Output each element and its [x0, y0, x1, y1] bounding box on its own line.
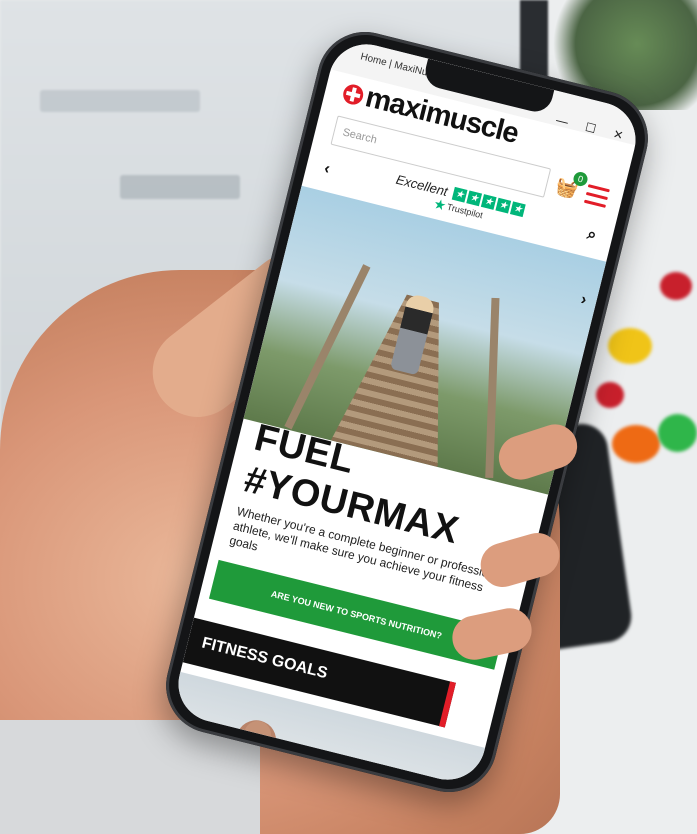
- search-placeholder: Search: [341, 126, 379, 147]
- candy-red: [660, 272, 692, 300]
- trustpilot-star-icon: ★: [433, 196, 447, 213]
- search-icon[interactable]: ⌕: [585, 225, 599, 245]
- candy-orange: [612, 425, 660, 463]
- candy-green: [658, 414, 697, 452]
- candy-red-2: [596, 382, 624, 408]
- hamburger-menu-icon[interactable]: [584, 183, 610, 208]
- minimize-icon[interactable]: —: [555, 113, 570, 129]
- basket-button[interactable]: 🧺 0: [553, 170, 589, 201]
- sleeve: [0, 720, 260, 834]
- photo-scene: Home | MaxiNutrition — ☐ ✕ maximuscle Se…: [0, 0, 697, 834]
- cta-label: ARE YOU NEW TO SPORTS NUTRITION?: [269, 588, 443, 641]
- star-icon: ★: [509, 201, 526, 218]
- logo-cross-icon: [341, 81, 366, 107]
- maximize-icon[interactable]: ☐: [584, 120, 598, 136]
- candy-yellow: [608, 328, 652, 364]
- chevron-left-icon[interactable]: ‹: [322, 160, 332, 179]
- close-icon[interactable]: ✕: [612, 127, 625, 143]
- rating-word: Excellent: [394, 171, 450, 200]
- star-icon: ★: [495, 197, 512, 214]
- chevron-right-icon[interactable]: ›: [579, 291, 588, 310]
